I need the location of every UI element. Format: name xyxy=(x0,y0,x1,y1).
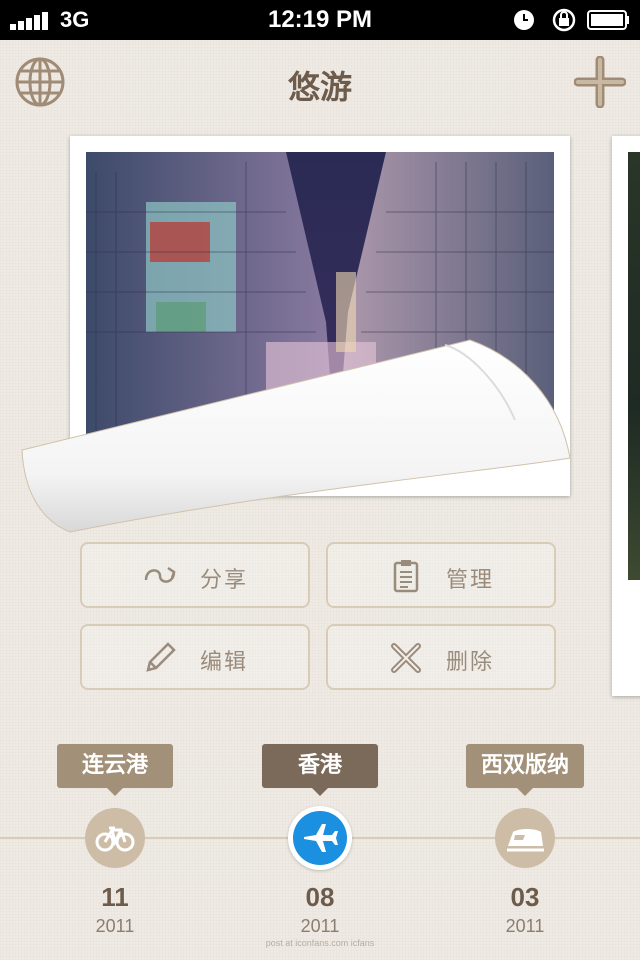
bicycle-icon xyxy=(95,826,135,852)
timeline-year: 2011 xyxy=(95,916,135,936)
cross-icon xyxy=(391,643,421,673)
delete-button[interactable]: 删除 xyxy=(326,624,556,690)
timeline-year: 2011 xyxy=(505,916,545,936)
timeline-node[interactable] xyxy=(495,808,555,868)
delete-label: 删除 xyxy=(446,650,495,675)
app-screen: 悠游 分享 管理 编辑 删除 连云港 香港 西双版纳 11 2011 08 20… xyxy=(0,40,640,960)
timeline-day: 11 xyxy=(101,882,129,912)
rotation-lock-icon xyxy=(552,8,576,32)
manage-button[interactable]: 管理 xyxy=(326,542,556,608)
timeline-day: 08 xyxy=(305,882,335,912)
timeline-pin-selected[interactable]: 香港 xyxy=(262,744,378,796)
pencil-icon xyxy=(146,642,176,672)
share-label: 分享 xyxy=(200,568,249,593)
timeline-pin[interactable]: 西双版纳 xyxy=(466,744,584,796)
manage-label: 管理 xyxy=(446,568,495,593)
edit-label: 编辑 xyxy=(200,650,249,675)
status-bar: 3G 12:19 PM xyxy=(0,0,640,40)
status-icons xyxy=(512,8,632,32)
clipboard-icon xyxy=(393,560,419,593)
timeline-node[interactable] xyxy=(85,808,145,868)
watermark: post at iconfans.com icfans xyxy=(265,938,375,948)
edit-button[interactable]: 编辑 xyxy=(80,624,310,690)
share-button[interactable]: 分享 xyxy=(80,542,310,608)
timeline-year: 2011 xyxy=(300,916,340,936)
airplane-icon xyxy=(293,811,347,865)
timeline-day: 03 xyxy=(510,882,540,912)
alarm-icon xyxy=(514,10,534,30)
timeline-node-selected[interactable] xyxy=(288,806,352,870)
timeline-pin[interactable]: 连云港 xyxy=(57,744,173,796)
share-icon xyxy=(144,566,176,583)
train-icon xyxy=(507,829,544,852)
page-curl[interactable] xyxy=(0,40,640,560)
battery-icon xyxy=(587,10,629,30)
